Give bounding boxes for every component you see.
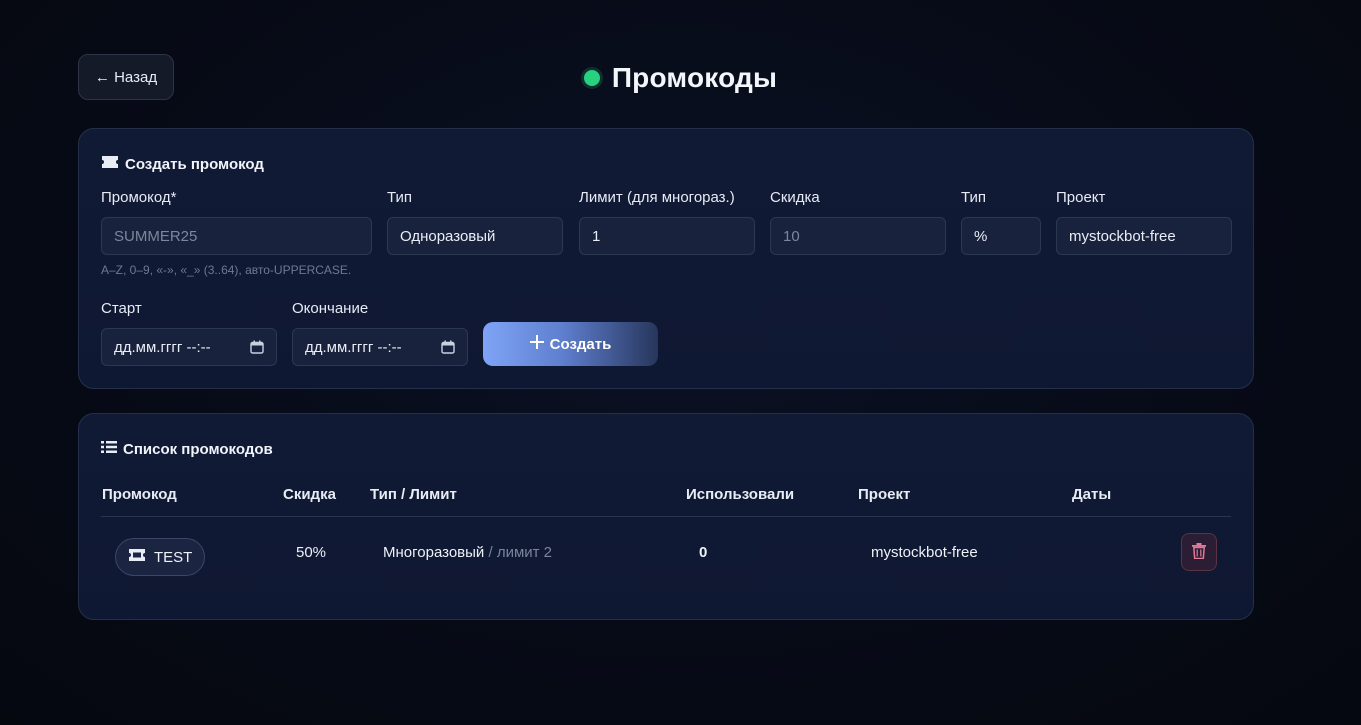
promo-type-limit: Многоразовый / лимит 2	[383, 544, 552, 561]
project-select[interactable]: mystockbot-free	[1056, 217, 1232, 255]
promo-limit: / лимит 2	[488, 544, 553, 561]
plus-icon	[529, 335, 544, 353]
promo-discount: 50%	[296, 544, 327, 561]
page-title: Промокоды	[611, 62, 778, 93]
create-promo-card: Создать промокод Промокод* A–Z, 0–9, «-»…	[78, 128, 1254, 389]
status-dot-icon	[583, 70, 600, 86]
create-button-label: Создать	[549, 335, 612, 353]
calendar-icon[interactable]	[441, 340, 455, 354]
column-header: Скидка	[283, 486, 336, 503]
code-hint: A–Z, 0–9, «-», «_» (3..64), авто-UPPERCA…	[101, 263, 352, 277]
start-label: Старт	[101, 300, 142, 317]
end-date-field[interactable]: дд.мм.гггг --:--	[292, 328, 468, 366]
delete-button[interactable]	[1181, 533, 1217, 571]
column-header: Даты	[1072, 486, 1112, 503]
end-label: Окончание	[292, 300, 369, 317]
start-date-placeholder: дд.мм.гггг --:--	[114, 338, 211, 356]
code-input[interactable]	[114, 227, 359, 245]
promo-list-heading: Список промокодов	[101, 440, 273, 458]
column-header: Тип / Лимит	[370, 486, 457, 503]
promo-code-badge: TEST	[115, 538, 206, 576]
promo-code-text: TEST	[154, 548, 193, 566]
page-header: Промокоды	[0, 58, 1361, 98]
ticket-icon	[128, 548, 146, 566]
project-label: Проект	[1056, 189, 1106, 206]
discount-input[interactable]	[783, 227, 933, 245]
calendar-icon[interactable]	[250, 340, 264, 354]
discount-field[interactable]	[770, 217, 946, 255]
promo-project: mystockbot-free	[871, 544, 978, 561]
discount-type-label: Тип	[961, 189, 987, 206]
type-select[interactable]: Одноразовый	[387, 217, 563, 255]
discount-label: Скидка	[770, 189, 820, 206]
promo-list-title: Список промокодов	[123, 440, 273, 458]
end-date-placeholder: дд.мм.гггг --:--	[305, 338, 402, 356]
trash-icon	[1192, 542, 1206, 562]
discount-type-select[interactable]: %	[961, 217, 1041, 255]
create-promo-title: Создать промокод	[125, 155, 264, 173]
column-header: Промокод	[102, 486, 177, 503]
code-label: Промокод*	[101, 189, 177, 206]
start-date-field[interactable]: дд.мм.гггг --:--	[101, 328, 277, 366]
limit-label: Лимит (для многораз.)	[579, 189, 735, 206]
ticket-icon	[101, 155, 119, 173]
table-divider	[101, 516, 1231, 517]
column-header: Использовали	[686, 486, 795, 503]
column-header: Проект	[858, 486, 911, 503]
list-icon	[101, 440, 117, 458]
promo-used-count: 0	[699, 544, 708, 561]
promo-type: Многоразовый	[383, 544, 485, 561]
create-button[interactable]: Создать	[483, 322, 658, 366]
code-field[interactable]	[101, 217, 372, 255]
limit-field[interactable]: 1	[579, 217, 755, 255]
type-label: Тип	[387, 189, 413, 206]
create-promo-heading: Создать промокод	[101, 155, 264, 173]
promo-list-card: Список промокодов Промокод Скидка Тип / …	[78, 413, 1254, 620]
